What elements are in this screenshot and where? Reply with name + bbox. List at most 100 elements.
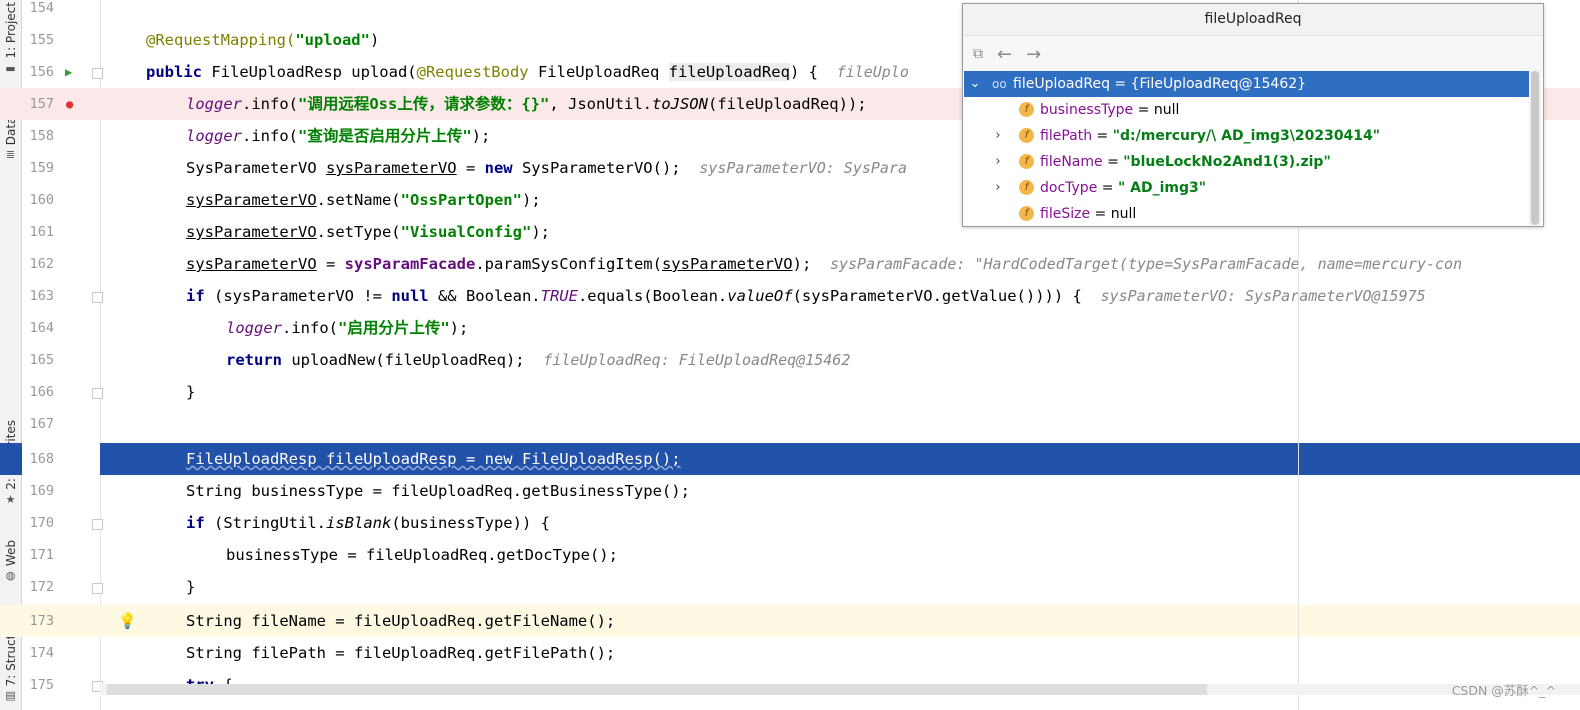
code-text: return uploadNew(fileUploadReq); fileUpl… <box>226 351 851 369</box>
fold-marker[interactable] <box>92 388 103 399</box>
line-number: 163 <box>29 288 54 304</box>
tree-field-row[interactable]: › f docType = " AD_img3" <box>964 175 1529 201</box>
fold-marker[interactable] <box>92 292 103 303</box>
field-entry: businessType = null <box>1040 102 1180 118</box>
tree-field-row[interactable]: f fileSize = null <box>964 201 1529 225</box>
chevron-right-icon[interactable]: › <box>991 149 1005 175</box>
line-number: 170 <box>29 515 54 531</box>
breakpoint-icon[interactable]: ● <box>66 88 73 120</box>
back-arrow-icon[interactable]: ← <box>997 44 1012 65</box>
code-line[interactable]: 162 sysParameterVO = sysParamFacade.para… <box>0 248 1580 280</box>
line-number: 159 <box>29 160 54 176</box>
code-line[interactable]: 172 } <box>0 571 1580 603</box>
code-text: String fileName = fileUploadReq.getFileN… <box>186 612 616 630</box>
popup-vertical-scrollbar[interactable] <box>1529 71 1541 225</box>
debug-value-popup: fileUploadReq ⧉ ← → ⌄ oo fileUploadReq =… <box>962 3 1544 227</box>
line-number: 171 <box>29 547 54 563</box>
line-number: 154 <box>29 0 54 16</box>
code-text: String businessType = fileUploadReq.getB… <box>186 482 690 500</box>
code-text: String filePath = fileUploadReq.getFileP… <box>186 644 616 662</box>
line-number: 166 <box>29 384 54 400</box>
code-line[interactable]: 171 businessType = fileUploadReq.getDocT… <box>0 539 1580 571</box>
line-number: 156 <box>29 64 54 80</box>
chevron-down-icon[interactable]: ⌄ <box>968 71 982 97</box>
line-number: 169 <box>29 483 54 499</box>
code-text: logger.info("启用分片上传"); <box>226 319 469 337</box>
code-text: public FileUploadResp upload(@RequestBod… <box>146 63 909 81</box>
code-text: sysParameterVO.setType("VisualConfig"); <box>186 223 550 241</box>
line-number: 155 <box>29 32 54 48</box>
field-icon: f <box>1019 102 1034 117</box>
chevron-right-icon[interactable]: › <box>991 123 1005 149</box>
line-number: 161 <box>29 224 54 240</box>
popup-title: fileUploadReq <box>963 4 1543 36</box>
code-line[interactable]: 163 if (sysParameterVO != null && Boolea… <box>0 280 1580 312</box>
code-text: sysParameterVO.setName("OssPartOpen"); <box>186 191 541 209</box>
code-line[interactable]: 167 <box>0 408 1580 440</box>
variables-tree: ⌄ oo fileUploadReq = {FileUploadReq@1546… <box>964 71 1529 225</box>
line-number: 168 <box>22 443 100 475</box>
field-icon: f <box>1019 206 1034 221</box>
code-line[interactable]: 164 logger.info("启用分片上传"); <box>0 312 1580 344</box>
line-number: 164 <box>29 320 54 336</box>
popup-scroll-thumb[interactable] <box>1531 71 1539 225</box>
code-text: if (sysParameterVO != null && Boolean.TR… <box>186 287 1426 305</box>
code-text: @RequestMapping("upload") <box>146 31 380 49</box>
tree-field-row[interactable]: › f fileName = "blueLockNo2And1(3).zip" <box>964 149 1529 175</box>
code-text: logger.info("调用远程Oss上传，请求参数：{}", JsonUti… <box>186 95 867 113</box>
field-entry: fileSize = null <box>1040 206 1137 222</box>
code-line[interactable]: 170 if (StringUtil.isBlank(businessType)… <box>0 507 1580 539</box>
inline-value-hint: sysParamFacade: "HardCodedTarget(type=Sy… <box>829 255 1463 273</box>
code-text: businessType = fileUploadReq.getDocType(… <box>226 546 618 564</box>
code-line-execution-point[interactable]: 168 FileUploadResp fileUploadResp = new … <box>0 443 1580 475</box>
line-number: 172 <box>29 579 54 595</box>
code-text: if (StringUtil.isBlank(businessType)) { <box>186 514 550 532</box>
field-entry: fileName = "blueLockNo2And1(3).zip" <box>1040 154 1331 170</box>
line-number: 160 <box>29 192 54 208</box>
root-label: fileUploadReq = {FileUploadReq@15462} <box>1013 76 1307 92</box>
line-number: 175 <box>29 677 54 693</box>
line-number: 162 <box>29 256 54 272</box>
line-number: 165 <box>29 352 54 368</box>
line-number: 173 <box>29 613 54 629</box>
watermark: CSDN @苏酥^_^ <box>1451 683 1556 698</box>
code-text: } <box>186 578 196 596</box>
code-line[interactable]: 166 } <box>0 376 1580 408</box>
code-line[interactable]: 165 return uploadNew(fileUploadReq); fil… <box>0 344 1580 376</box>
popup-toolbar: ⧉ ← → <box>963 36 1543 72</box>
tree-root-row[interactable]: ⌄ oo fileUploadReq = {FileUploadReq@1546… <box>964 71 1529 97</box>
code-text: FileUploadResp fileUploadResp = new File… <box>186 450 681 468</box>
inline-value-hint: sysParameterVO: SysParameterVO@15975 <box>1100 287 1426 305</box>
field-icon: f <box>1019 128 1034 143</box>
tree-field-row[interactable]: f businessType = null <box>964 97 1529 123</box>
code-line-caret[interactable]: 173 💡 String fileName = fileUploadReq.ge… <box>0 605 1580 637</box>
forward-arrow-icon[interactable]: → <box>1026 44 1041 65</box>
code-text: } <box>186 383 196 401</box>
lightbulb-icon[interactable]: 💡 <box>118 605 137 637</box>
chevron-right-icon[interactable]: › <box>991 175 1005 201</box>
line-number: 174 <box>29 645 54 661</box>
field-entry: docType = " AD_img3" <box>1040 180 1207 196</box>
field-icon: f <box>1019 154 1034 169</box>
tree-field-row[interactable]: › f filePath = "d:/mercury/\ AD_img3\202… <box>964 123 1529 149</box>
fold-marker[interactable] <box>92 583 103 594</box>
fold-marker[interactable] <box>92 519 103 530</box>
fold-marker[interactable] <box>92 68 103 79</box>
code-line[interactable]: 169 String businessType = fileUploadReq.… <box>0 475 1580 507</box>
inline-value-hint: sysParameterVO: SysPara <box>699 159 908 177</box>
inline-value-hint: fileUploadReq: FileUploadReq@15462 <box>543 351 851 369</box>
line-number: 167 <box>29 416 54 432</box>
inline-value-hint: fileUplo <box>836 63 909 81</box>
watch-glasses-icon: oo <box>992 77 1007 91</box>
field-entry: filePath = "d:/mercury/\ AD_img3\2023041… <box>1040 128 1381 144</box>
run-gutter-icon[interactable]: ▶ <box>65 56 72 88</box>
code-text: SysParameterVO sysParameterVO = new SysP… <box>186 159 908 177</box>
field-icon: f <box>1019 180 1034 195</box>
code-text: sysParameterVO = sysParamFacade.paramSys… <box>186 255 1463 273</box>
line-number: 157 <box>29 96 54 112</box>
line-number: 158 <box>29 128 54 144</box>
code-text: logger.info("查询是否启用分片上传"); <box>186 127 491 145</box>
add-to-watches-icon[interactable]: ⧉ <box>973 46 983 62</box>
code-line[interactable]: 174 String filePath = fileUploadReq.getF… <box>0 637 1580 669</box>
horizontal-scrollbar-thumb[interactable] <box>107 684 1207 695</box>
